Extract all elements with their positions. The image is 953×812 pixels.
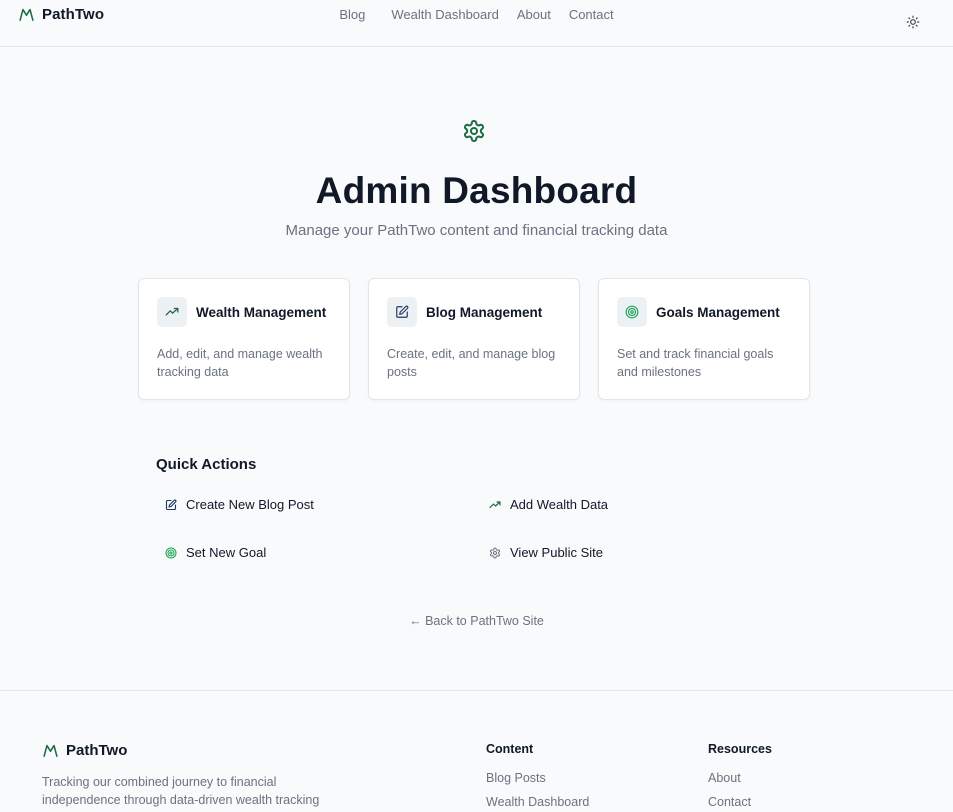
nav-contact[interactable]: Contact xyxy=(560,7,623,22)
blog-management-card[interactable]: Blog Management Create, edit, and manage… xyxy=(368,278,580,400)
footer-brand-name: PathTwo xyxy=(66,742,128,759)
footer-brand: PathTwo xyxy=(42,742,127,759)
trending-up-icon xyxy=(157,297,187,327)
gear-icon xyxy=(489,547,501,559)
card-description: Set and track financial goals and milest… xyxy=(617,347,774,379)
site-header: PathTwo Blog Wealth Dashboard About Cont… xyxy=(0,0,953,47)
card-title: Blog Management xyxy=(426,305,543,320)
page-title: Admin Dashboard xyxy=(315,170,638,211)
edit-icon xyxy=(165,498,177,511)
footer-column-title: Content xyxy=(486,742,534,756)
footer-column-title: Resources xyxy=(708,742,772,756)
card-description: Create, edit, and manage blog posts xyxy=(387,347,556,379)
footer-link-contact[interactable]: Contact xyxy=(708,796,772,809)
back-link-container: ← Back to PathTwo Site xyxy=(0,614,953,628)
action-label: Add Wealth Data xyxy=(510,497,609,512)
site-footer: PathTwo Tracking our combined journey to… xyxy=(0,690,953,812)
theme-toggle-button[interactable] xyxy=(906,15,920,29)
nav-blog[interactable]: Blog xyxy=(330,7,382,22)
main-nav: Blog Wealth Dashboard About Contact xyxy=(0,7,953,22)
quick-actions-heading: Quick Actions xyxy=(156,456,257,473)
nav-wealth-dashboard[interactable]: Wealth Dashboard xyxy=(382,7,507,22)
page-subtitle: Manage your PathTwo content and financia… xyxy=(285,222,668,239)
footer-column-content: Content Blog Posts Wealth Dashboard xyxy=(486,742,589,808)
footer-column-resources: Resources About Contact xyxy=(708,742,772,808)
footer-link-about[interactable]: About xyxy=(708,772,772,785)
target-icon xyxy=(165,546,177,559)
view-public-site-action[interactable]: View Public Site xyxy=(489,545,603,560)
card-description: Add, edit, and manage wealth tracking da… xyxy=(157,347,323,379)
create-blog-post-action[interactable]: Create New Blog Post xyxy=(165,497,314,512)
back-to-site-link[interactable]: ← Back to PathTwo Site xyxy=(409,614,544,628)
action-label: Create New Blog Post xyxy=(186,497,314,512)
action-label: View Public Site xyxy=(510,545,603,560)
edit-icon xyxy=(387,297,417,327)
sun-icon xyxy=(906,15,920,29)
card-title: Goals Management xyxy=(656,305,780,320)
trending-up-icon xyxy=(489,499,501,511)
set-new-goal-action[interactable]: Set New Goal xyxy=(165,545,266,560)
gear-icon xyxy=(462,119,486,143)
card-title: Wealth Management xyxy=(196,305,327,320)
footer-link-wealth-dashboard[interactable]: Wealth Dashboard xyxy=(486,796,589,809)
add-wealth-data-action[interactable]: Add Wealth Data xyxy=(489,497,608,512)
goals-management-card[interactable]: Goals Management Set and track financial… xyxy=(598,278,810,400)
target-icon xyxy=(617,297,647,327)
action-label: Set New Goal xyxy=(186,545,267,560)
footer-link-blog-posts[interactable]: Blog Posts xyxy=(486,772,589,785)
mountain-logo-icon xyxy=(42,742,59,759)
nav-about[interactable]: About xyxy=(508,7,560,22)
wealth-management-card[interactable]: Wealth Management Add, edit, and manage … xyxy=(138,278,350,400)
footer-tagline: Tracking our combined journey to financi… xyxy=(42,775,320,807)
